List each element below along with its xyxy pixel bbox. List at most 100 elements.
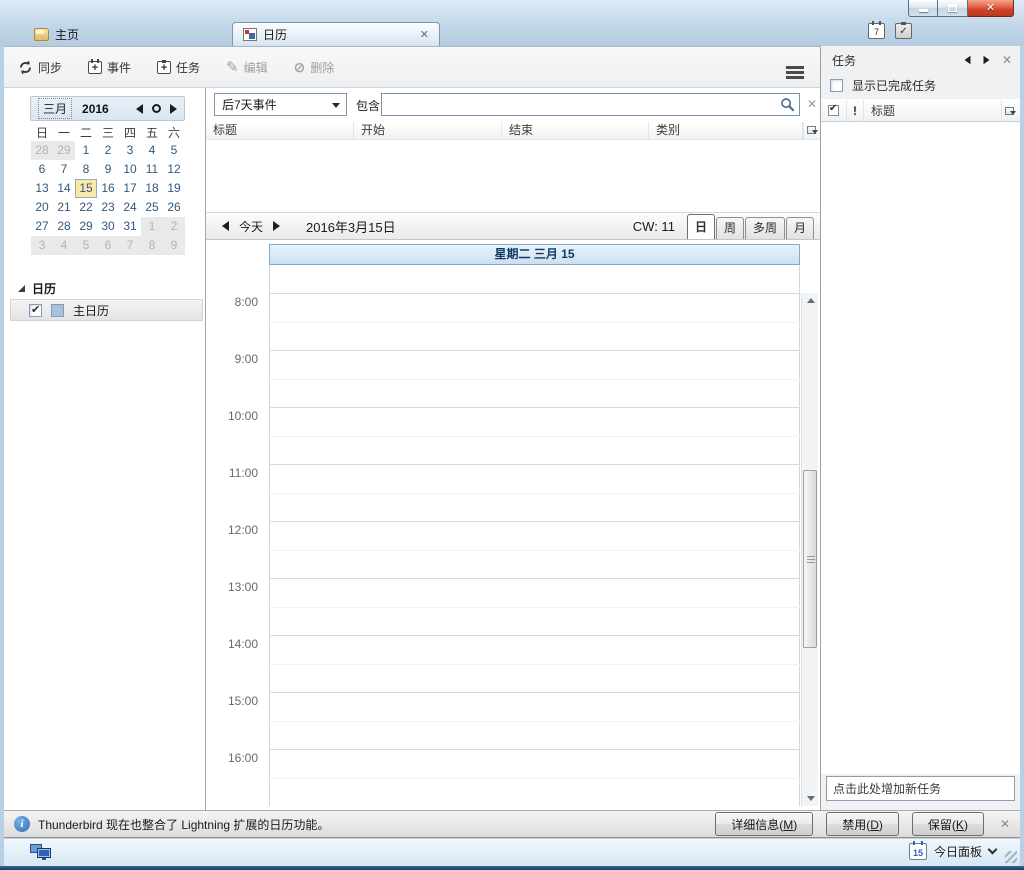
minimonth-day[interactable]: 9 (163, 236, 185, 255)
task-column-picker[interactable] (1002, 100, 1020, 121)
hour-cell[interactable] (269, 407, 800, 464)
notification-close-icon[interactable]: ✕ (1000, 817, 1010, 831)
minimonth-day[interactable]: 4 (53, 236, 75, 255)
scroll-up-icon[interactable] (802, 293, 819, 309)
day-column-header[interactable]: 星期二 三月 15 (269, 244, 800, 265)
network-status-icon[interactable] (30, 844, 52, 861)
minimonth-day[interactable]: 30 (97, 217, 119, 236)
minimonth-year[interactable]: 2016 (82, 102, 109, 116)
minimonth-day[interactable]: 2 (163, 217, 185, 236)
minimonth-day[interactable]: 7 (119, 236, 141, 255)
task-title-column[interactable]: 标题 (864, 100, 1002, 121)
tab-close-icon[interactable]: ✕ (420, 28, 429, 41)
minimize-button[interactable] (908, 0, 938, 17)
hour-cell[interactable] (269, 692, 800, 749)
keep-button[interactable]: 保留(K) (912, 812, 984, 836)
event-range-dropdown[interactable]: 后7天事件 (214, 93, 347, 116)
twisty-expanded-icon[interactable] (18, 285, 25, 292)
delete-button[interactable]: 删除 (294, 59, 335, 76)
tasks-view-icon[interactable] (895, 23, 912, 39)
today-pane-toggle[interactable]: 15 今日面板 (909, 843, 996, 860)
eventlist-column-picker[interactable] (803, 122, 820, 139)
eventlist-column-header[interactable]: 类别 (649, 122, 803, 139)
minimonth-day[interactable]: 23 (97, 198, 119, 217)
calendar-view-icon[interactable]: 7 (868, 23, 885, 39)
resize-grip[interactable] (1005, 851, 1017, 863)
maximize-button[interactable] (938, 0, 968, 17)
calendar-checkbox[interactable] (29, 304, 42, 317)
minimonth-day[interactable]: 17 (119, 179, 141, 198)
minimonth-day-today[interactable]: 15 (75, 179, 97, 198)
view-tab-multiweek[interactable]: 多周 (745, 217, 785, 239)
task-completed-column[interactable] (821, 100, 847, 121)
new-event-button[interactable]: 事件 (88, 59, 131, 76)
minimonth-day[interactable]: 19 (163, 179, 185, 198)
hour-cell[interactable] (269, 578, 800, 635)
minimonth-day[interactable]: 22 (75, 198, 97, 217)
close-button[interactable]: ✕ (968, 0, 1014, 17)
minimonth-day[interactable]: 13 (31, 179, 53, 198)
today-button[interactable]: 今天 (239, 218, 263, 235)
minimonth-month[interactable]: 三月 (38, 98, 72, 119)
eventlist-column-header[interactable]: 开始 (354, 122, 502, 139)
scroll-down-icon[interactable] (802, 790, 819, 806)
task-pane-next-icon[interactable] (983, 56, 989, 65)
edit-button[interactable]: 编辑 (226, 58, 268, 76)
minimonth-day[interactable]: 7 (53, 160, 75, 179)
minimonth-day[interactable]: 31 (119, 217, 141, 236)
hour-cell[interactable] (269, 350, 800, 407)
minimonth-day[interactable]: 29 (53, 141, 75, 160)
minimonth-day[interactable]: 6 (97, 236, 119, 255)
hour-cell[interactable] (269, 521, 800, 578)
next-day-icon[interactable] (273, 221, 280, 231)
minimonth-day[interactable]: 26 (163, 198, 185, 217)
clear-search-icon[interactable]: ✕ (807, 97, 817, 111)
minimonth-day[interactable]: 3 (119, 141, 141, 160)
search-icon[interactable] (780, 97, 795, 115)
show-completed-row[interactable]: 显示已完成任务 (821, 72, 1020, 98)
eventlist-column-header[interactable]: 结束 (502, 122, 649, 139)
hour-cell[interactable] (269, 749, 800, 806)
minimonth-day[interactable]: 5 (163, 141, 185, 160)
eventlist-body[interactable] (206, 140, 820, 212)
scrollbar-thumb[interactable] (803, 470, 817, 648)
minimonth-day[interactable]: 2 (97, 141, 119, 160)
hour-cell[interactable] (269, 464, 800, 521)
minimonth-day[interactable]: 12 (163, 160, 185, 179)
minimonth-day[interactable]: 28 (53, 217, 75, 236)
minimonth-today-icon[interactable] (152, 104, 161, 113)
minimonth-day[interactable]: 8 (75, 160, 97, 179)
minimonth-day[interactable]: 11 (141, 160, 163, 179)
disable-button[interactable]: 禁用(D) (826, 812, 899, 836)
new-task-button[interactable]: 任务 (157, 59, 200, 76)
minimonth-day[interactable]: 27 (31, 217, 53, 236)
minimonth-day[interactable]: 14 (53, 179, 75, 198)
minimonth-day[interactable]: 5 (75, 236, 97, 255)
minimonth-day[interactable]: 24 (119, 198, 141, 217)
minimonth-day[interactable]: 21 (53, 198, 75, 217)
view-tab-day[interactable]: 日 (687, 214, 715, 239)
minimonth-day[interactable]: 3 (31, 236, 53, 255)
minimonth-day[interactable]: 8 (141, 236, 163, 255)
titlebar[interactable]: ✕ 主页 日历 ✕ 7 (0, 0, 1024, 46)
previous-day-icon[interactable] (222, 221, 229, 231)
add-task-input[interactable] (827, 777, 1014, 800)
task-pane-prev-icon[interactable] (964, 56, 970, 65)
details-button[interactable]: 详细信息(M) (715, 812, 813, 836)
minimonth-day[interactable]: 10 (119, 160, 141, 179)
tab-home[interactable]: 主页 (24, 22, 224, 46)
calendar-list-header[interactable]: 日历 (18, 280, 56, 297)
minimonth-day[interactable]: 16 (97, 179, 119, 198)
view-tab-week[interactable]: 周 (716, 217, 744, 239)
tab-calendar[interactable]: 日历 ✕ (232, 22, 440, 46)
hour-cell[interactable] (269, 293, 800, 350)
minimonth-day[interactable]: 9 (97, 160, 119, 179)
minimonth-day[interactable]: 25 (141, 198, 163, 217)
minimonth-day[interactable]: 20 (31, 198, 53, 217)
sync-button[interactable]: 同步 (18, 59, 62, 76)
minimonth-day[interactable]: 18 (141, 179, 163, 198)
minimonth-prev-icon[interactable] (136, 104, 143, 114)
task-list-body[interactable] (821, 122, 1020, 774)
day-view-scrollbar[interactable] (801, 293, 818, 806)
show-completed-checkbox[interactable] (830, 79, 843, 92)
